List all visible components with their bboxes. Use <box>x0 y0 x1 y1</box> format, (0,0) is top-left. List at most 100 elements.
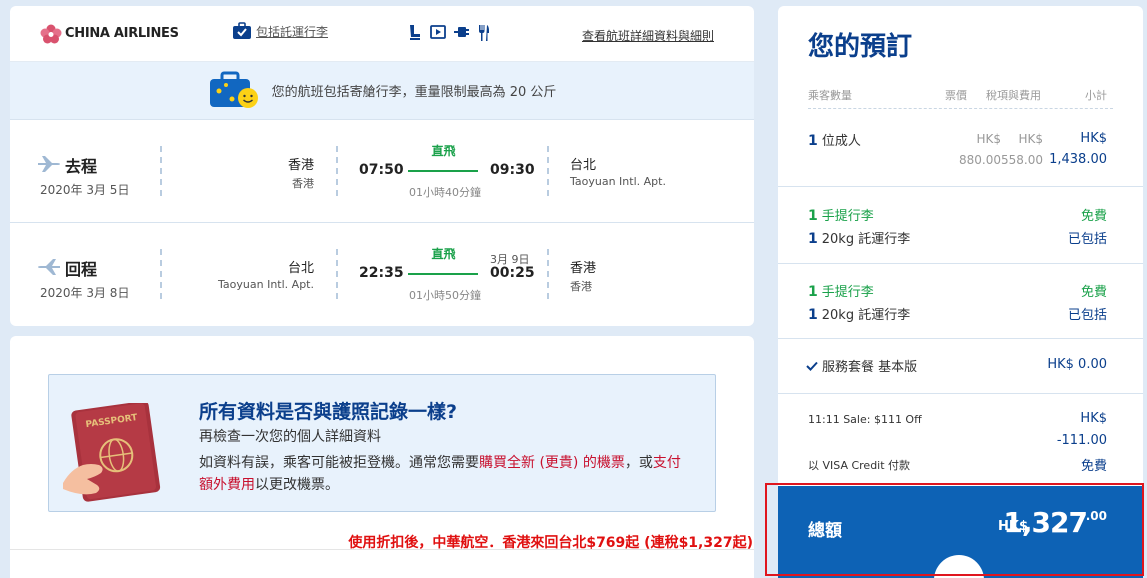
arrival-city: 香港 <box>570 261 597 276</box>
outbound-date: 2020年 3月 5日 <box>40 183 130 197</box>
checked-bag-status: 已包括 <box>1067 232 1107 247</box>
divider <box>547 146 549 196</box>
carry-on-status: 免費 <box>1080 285 1107 300</box>
divider <box>336 249 338 299</box>
airline-logo: CHINA AIRLINES <box>40 24 179 44</box>
power-plug-icon <box>454 27 469 37</box>
included-baggage-label: 包括託運行李 <box>256 24 329 39</box>
checked-bag-status: 已包括 <box>1067 308 1107 323</box>
header-tax: 稅項與費用 <box>986 89 1041 102</box>
header-pax: 乘客數量 <box>808 89 852 102</box>
carry-on-label: 手提行李 <box>821 285 874 300</box>
carry-on-status: 免費 <box>1080 209 1107 224</box>
suitcase-check-icon <box>233 22 251 39</box>
direct-badge: 直飛 <box>431 247 456 261</box>
divider <box>778 186 1143 187</box>
plum-blossom-icon <box>40 24 62 43</box>
passport-subtitle: 再檢查一次您的個人詳細資料 <box>199 429 381 445</box>
service-package: 服務套餐 基本版 <box>806 356 917 375</box>
passenger-type: 位成人 <box>821 134 861 149</box>
divider <box>778 393 1143 394</box>
flight-header: CHINA AIRLINES 包括託運行李 查看航班詳細資料與細則 <box>10 6 754 62</box>
passport-body: 如資料有誤，乘客可能被拒登機。通常您需要購買全新 (更貴) 的機票，或支付額外費… <box>199 452 689 496</box>
arrival-airport: 香港 <box>570 280 592 293</box>
return-label: 回程 <box>65 260 98 279</box>
subtotal-currency: HK$ <box>1080 131 1107 146</box>
baggage-notice: 您的航班包括寄艙行李，重量限制最高為 20 公斤 <box>10 62 754 120</box>
outbound-segment: 去程 2020年 3月 5日 香港 香港 07:50 直飛 01小時40分鐘 0… <box>10 120 754 223</box>
checked-bag-label: 20kg 託運行李 <box>821 232 911 247</box>
buy-new-ticket-link[interactable]: 購買全新 (更貴) 的機票 <box>479 455 625 471</box>
flight-card: CHINA AIRLINES 包括託運行李 查看航班詳細資料與細則 您的航班包括… <box>10 6 754 326</box>
route-line <box>408 273 478 275</box>
flight-details-link[interactable]: 查看航班詳細資料與細則 <box>582 27 714 44</box>
divider <box>336 146 338 196</box>
departure-time: 07:50 <box>359 162 404 178</box>
passenger-count: 1 位成人 <box>808 130 861 149</box>
flight-duration: 01小時40分鐘 <box>409 186 481 199</box>
departure-airport: 香港 <box>292 177 314 190</box>
seat-icon <box>410 25 420 40</box>
tax-amount: 558.00 <box>1001 153 1043 167</box>
meal-icon <box>479 25 489 41</box>
service-package-price: HK$ 0.00 <box>1047 357 1107 372</box>
checked-bag-count: 1 <box>808 307 818 323</box>
outbound-checked-bag: 1 20kg 託運行李 <box>808 228 910 247</box>
divider <box>778 338 1143 339</box>
arrival-time: 00:25 <box>490 265 535 281</box>
total-label: 總額 <box>808 521 842 541</box>
return-date: 2020年 3月 8日 <box>40 286 130 300</box>
passport-title: 所有資料是否與護照記錄一樣? <box>199 401 458 423</box>
total-decimal: .00 <box>1085 509 1107 523</box>
passenger-number: 1 <box>808 133 818 149</box>
checked-bag-count: 1 <box>808 231 818 247</box>
flight-duration: 01小時50分鐘 <box>409 289 481 302</box>
booking-summary: 您的預訂 乘客數量 票價 稅項與費用 小計 1 位成人 HK$ 880.00 H… <box>778 6 1143 578</box>
promo-caption: 使用折扣後，中華航空．香港來回台北$769起 (連稅$1,327起) <box>348 535 753 551</box>
carry-on-count: 1 <box>808 284 818 300</box>
checked-bag-label: 20kg 託運行李 <box>821 308 911 323</box>
passport-warning-box: PASSPORT 所有資料是否與護照記錄一樣? 再檢查一次您的個人詳細資料 如資… <box>48 374 716 512</box>
carry-on-count: 1 <box>808 208 818 224</box>
sale-discount-amount: -111.00 <box>1056 433 1107 448</box>
entertainment-icon <box>430 25 446 39</box>
subtotal-amount: 1,438.00 <box>1049 152 1107 167</box>
route-line <box>408 170 478 172</box>
outbound-carry-on: 1 手提行李 <box>808 205 874 224</box>
return-checked-bag: 1 20kg 託運行李 <box>808 304 910 323</box>
smiling-suitcase-icon <box>209 71 258 108</box>
departure-airport: Taoyuan Intl. Apt. <box>218 278 314 291</box>
divider <box>808 108 1113 109</box>
passport-body-text: 如資料有誤，乘客可能被拒登機。通常您需要 <box>199 455 479 471</box>
fare-amount: 880.00 <box>959 153 1001 167</box>
plane-icon <box>38 156 60 172</box>
checkmark-icon <box>806 361 818 371</box>
arrival-airport: Taoyuan Intl. Apt. <box>570 175 666 188</box>
departure-time: 22:35 <box>359 265 404 281</box>
baggage-notice-text: 您的航班包括寄艙行李，重量限制最高為 20 公斤 <box>271 85 557 100</box>
divider <box>547 249 549 299</box>
divider <box>160 249 162 299</box>
direct-badge: 直飛 <box>431 144 456 158</box>
plane-icon <box>38 259 60 275</box>
total-bar: 總額 HK$ 1,327 .00 <box>778 486 1143 578</box>
service-package-label: 服務套餐 基本版 <box>822 360 918 375</box>
tax-currency: HK$ <box>1018 132 1043 146</box>
passport-in-hand-icon: PASSPORT <box>63 403 161 502</box>
return-carry-on: 1 手提行李 <box>808 281 874 300</box>
expand-button[interactable] <box>934 555 984 578</box>
fare-currency: HK$ <box>976 132 1001 146</box>
visa-payment-label: 以 VISA Credit 付款 <box>808 459 911 472</box>
arrival-time: 09:30 <box>490 162 535 178</box>
sale-discount-currency: HK$ <box>1080 411 1107 426</box>
included-baggage-link[interactable]: 包括託運行李 <box>232 22 328 40</box>
visa-payment-fee: 免費 <box>1080 459 1107 474</box>
arrival-city: 台北 <box>570 158 597 173</box>
total-amount: 1,327 <box>1003 506 1088 539</box>
sale-discount-label: 11:11 Sale: $111 Off <box>808 413 922 426</box>
header-subtotal: 小計 <box>1085 89 1107 102</box>
header-fare: 票價 <box>945 89 967 102</box>
airline-name: CHINA AIRLINES <box>65 26 179 41</box>
departure-city: 台北 <box>287 261 314 276</box>
return-segment: 回程 2020年 3月 8日 台北 Taoyuan Intl. Apt. 22:… <box>10 223 754 326</box>
